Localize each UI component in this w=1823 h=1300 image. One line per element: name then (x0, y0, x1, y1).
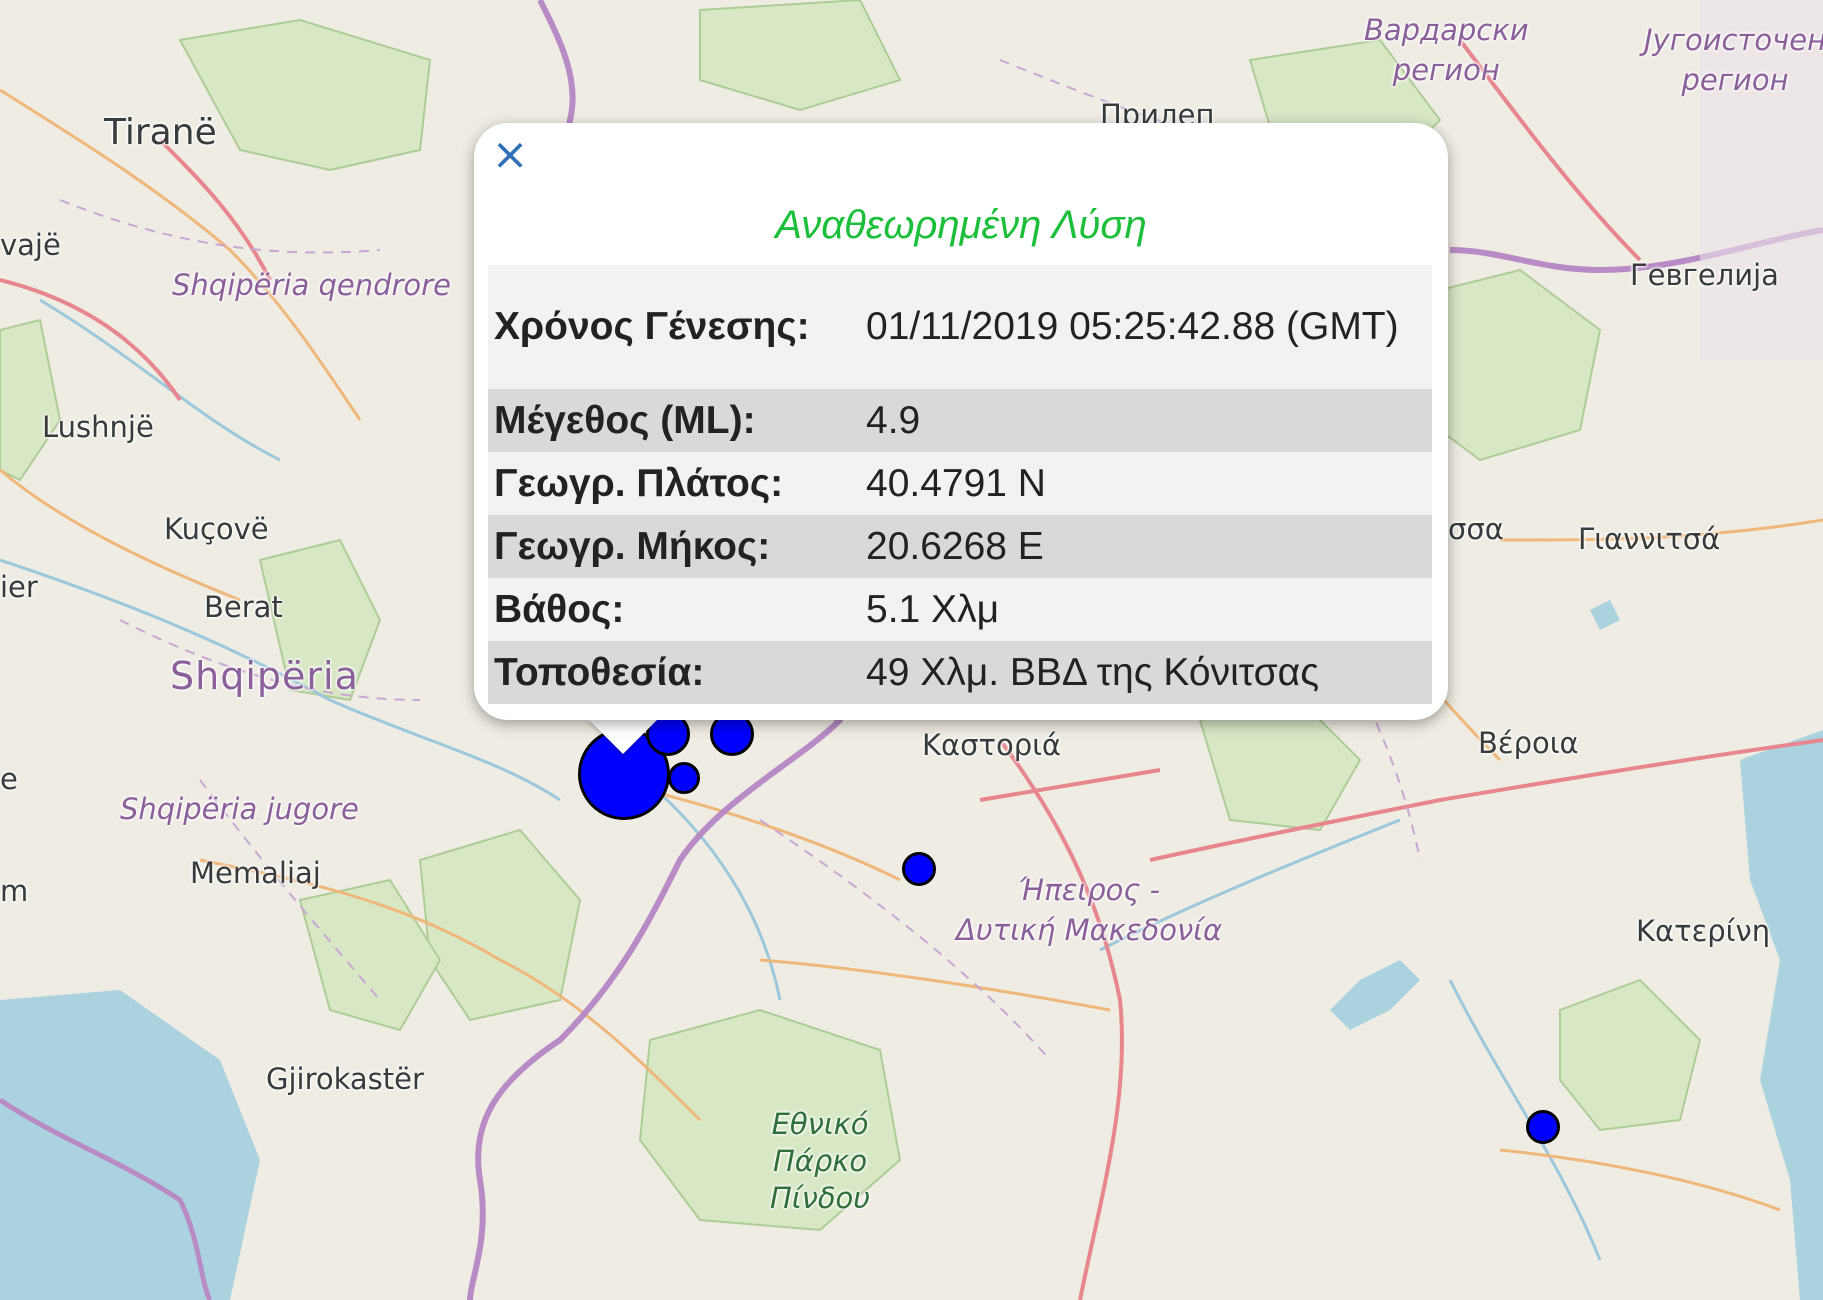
info-row-origin-time: Χρόνος Γένεσης: 01/11/2019 05:25:42.88 (… (488, 265, 1432, 389)
earthquake-info-table: Χρόνος Γένεσης: 01/11/2019 05:25:42.88 (… (488, 265, 1432, 704)
map-label-jugoistocen: Југоисточен регион (1644, 23, 1823, 97)
info-key: Χρόνος Γένεσης: (494, 305, 810, 348)
popup-title: Αναθεωρημένη Λύση (775, 203, 1147, 247)
map-label-veroia: Βέροια (1478, 726, 1579, 760)
close-icon[interactable]: × (488, 133, 532, 177)
popup-tip (587, 718, 659, 754)
earthquake-marker[interactable] (1526, 1110, 1560, 1144)
info-value: 01/11/2019 05:25:42.88 (GMT) (866, 305, 1399, 348)
map-label-gevgelija: Гевгелија (1630, 258, 1779, 292)
map-label-shqiperia-jugore: Shqipëria jugore (120, 792, 359, 826)
map-label-katerini: Κατερίνη (1636, 914, 1771, 948)
map-label-kucove: Kuçovë (164, 512, 269, 546)
info-key: Γεωγρ. Μήκος: (494, 524, 771, 568)
map-label-giannitsa: Γιαννιτσά (1578, 522, 1721, 556)
map-label-shqiperia: Shqipëria (170, 654, 359, 698)
info-value: 5.1 Χλμ (866, 587, 1000, 631)
map-label-e-fragment: e (0, 762, 18, 796)
info-value: 4.9 (866, 398, 921, 442)
map-label-edessa-fragment: σσα (1448, 512, 1504, 546)
info-value: 49 Χλμ. ΒΒΔ της Κόνιτσας (866, 650, 1320, 694)
map-label-berat: Berat (204, 590, 283, 624)
info-key: Τοποθεσία: (494, 650, 705, 694)
earthquake-marker[interactable] (902, 852, 936, 886)
map-label-lushnje: Lushnjë (42, 410, 154, 444)
map-label-gjirokaster: Gjirokastër (266, 1062, 424, 1096)
map-label-ipeiros: Ήπειρος - Δυτική Μακεδονία (956, 873, 1223, 947)
map-label-kastoria: Καστοριά (922, 728, 1062, 762)
earthquake-info-popup: × Αναθεωρημένη Λύση Χρόνος Γένεσης: 01/1… (474, 123, 1448, 720)
info-key: Βάθος: (494, 587, 625, 631)
info-row-longitude: Γεωγρ. Μήκος: 20.6268 E (488, 515, 1432, 578)
map-label-vaje: vajë (0, 228, 61, 262)
info-row-latitude: Γεωγρ. Πλάτος: 40.4791 N (488, 452, 1432, 515)
info-key: Γεωγρ. Πλάτος: (494, 461, 784, 505)
info-row-location: Τοποθεσία: 49 Χλμ. ΒΒΔ της Κόνιτσας (488, 641, 1432, 704)
map-label-fier: ier (0, 570, 38, 604)
map-label-m-fragment: m (0, 874, 29, 908)
info-row-magnitude: Μέγεθος (ML): 4.9 (488, 389, 1432, 452)
map-label-memaliaj: Memaliaj (190, 856, 321, 890)
info-value: 40.4791 N (866, 461, 1046, 505)
map-label-pindus-park: Εθνικό Πάρκο Πίνδου (770, 1107, 871, 1215)
info-key: Μέγεθος (ML): (494, 398, 756, 442)
map-label-shqiperia-qendrore: Shqipëria qendrore (172, 268, 451, 302)
map-label-tirane: Tiranë (104, 112, 217, 153)
map-label-vardarski: Вардарски регион (1364, 13, 1529, 87)
info-value: 20.6268 E (866, 524, 1044, 568)
info-row-depth: Βάθος: 5.1 Χλμ (488, 578, 1432, 641)
earthquake-marker[interactable] (668, 762, 700, 794)
